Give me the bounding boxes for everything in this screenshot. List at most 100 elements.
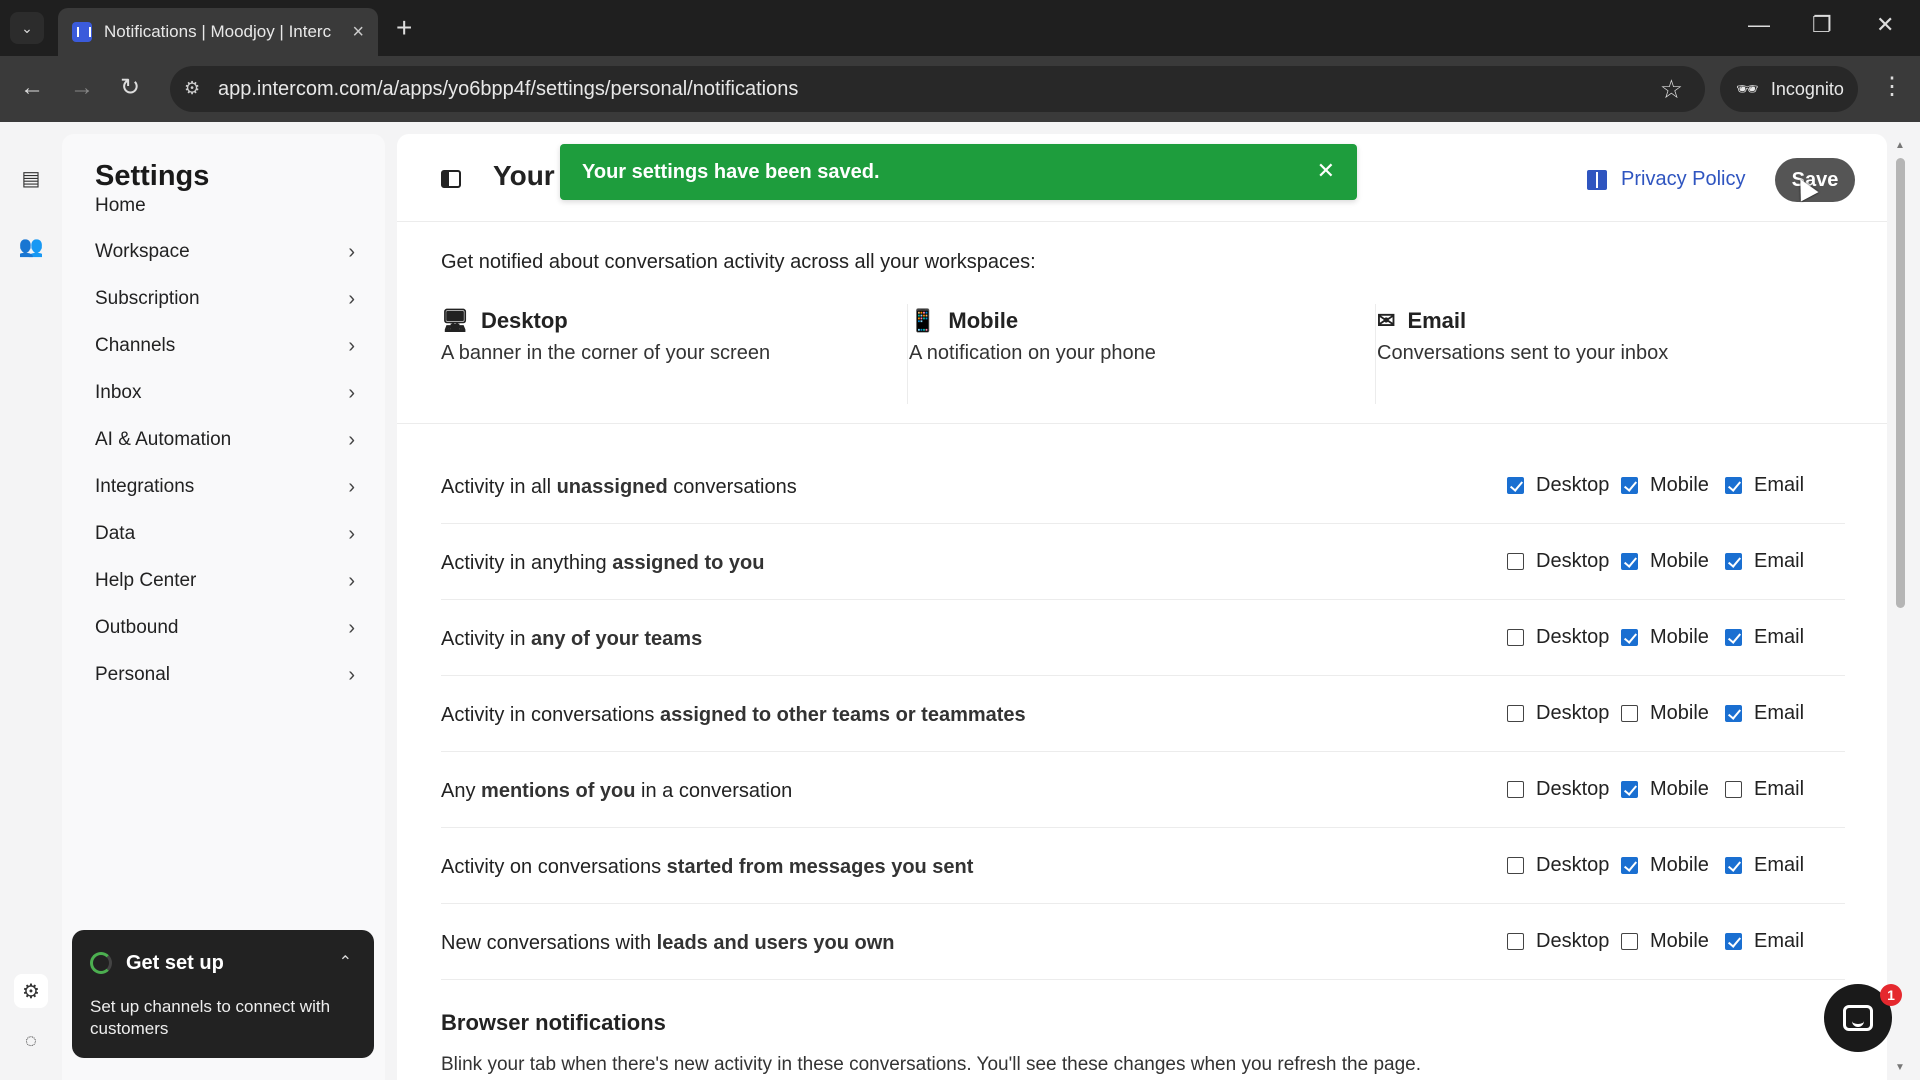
email-checkbox[interactable]: [1725, 477, 1742, 494]
email-option[interactable]: Email: [1725, 854, 1804, 877]
sidebar-item-ai-automation[interactable]: AI & Automation ›: [95, 420, 355, 460]
sidebar-item-label: Workspace: [95, 241, 190, 262]
get-set-up-card[interactable]: Get set up ⌃ Set up channels to connect …: [72, 930, 374, 1058]
settings-gear-icon[interactable]: ⚙: [14, 974, 48, 1008]
email-option[interactable]: Email: [1725, 626, 1804, 649]
sidebar-item-personal[interactable]: Personal ›: [95, 655, 355, 695]
address-bar[interactable]: ⚙ app.intercom.com/a/apps/yo6bpp4f/setti…: [170, 66, 1705, 112]
divider: [907, 304, 908, 404]
desktop-option[interactable]: Desktop: [1507, 702, 1609, 725]
label-emphasis: unassigned: [556, 476, 668, 498]
sidebar-item-help-center[interactable]: Help Center ›: [95, 561, 355, 601]
sidebar-item-data[interactable]: Data ›: [95, 514, 355, 554]
sidebar-item-home[interactable]: Home: [95, 186, 355, 226]
email-checkbox[interactable]: [1725, 629, 1742, 646]
desktop-checkbox[interactable]: [1507, 781, 1524, 798]
email-checkbox[interactable]: [1725, 553, 1742, 570]
mobile-option[interactable]: Mobile: [1621, 550, 1709, 573]
phone-icon: 📱: [909, 308, 937, 333]
page-scrollbar[interactable]: ▲ ▼: [1893, 140, 1907, 1080]
email-option[interactable]: Email: [1725, 550, 1804, 573]
sidebar-item-channels[interactable]: Channels ›: [95, 326, 355, 366]
desktop-option[interactable]: Desktop: [1507, 854, 1609, 877]
sidebar-item-outbound[interactable]: Outbound ›: [95, 608, 355, 648]
mobile-option[interactable]: Mobile: [1621, 930, 1709, 953]
new-tab-icon[interactable]: +: [396, 12, 412, 44]
tab-list-button[interactable]: ⌄: [10, 12, 44, 44]
contacts-icon[interactable]: 👥: [18, 234, 44, 260]
mobile-option[interactable]: Mobile: [1621, 702, 1709, 725]
mobile-checkbox[interactable]: [1621, 857, 1638, 874]
sidebar-toggle-icon[interactable]: [441, 170, 461, 188]
inbox-icon[interactable]: ▤: [18, 166, 44, 192]
email-option[interactable]: Email: [1725, 702, 1804, 725]
scrollbar-thumb[interactable]: [1896, 158, 1905, 608]
browser-notifications-description: Blink your tab when there's new activity…: [441, 1054, 1422, 1075]
desktop-option[interactable]: Desktop: [1507, 474, 1609, 497]
minimize-icon[interactable]: —: [1748, 12, 1770, 38]
browser-tab-active[interactable]: Notifications | Moodjoy | Interc ×: [58, 8, 378, 56]
checkbox-label: Email: [1754, 550, 1805, 572]
email-option[interactable]: Email: [1725, 930, 1804, 953]
toast-close-icon[interactable]: ✕: [1317, 158, 1335, 184]
desktop-option[interactable]: Desktop: [1507, 930, 1609, 953]
email-checkbox[interactable]: [1725, 933, 1742, 950]
mobile-option[interactable]: Mobile: [1621, 474, 1709, 497]
mobile-checkbox[interactable]: [1621, 705, 1638, 722]
browser-menu-icon[interactable]: ⋮: [1880, 72, 1904, 101]
chevron-up-icon[interactable]: ⌃: [339, 952, 352, 972]
sidebar-item-label: Channels: [95, 335, 176, 356]
desktop-checkbox[interactable]: [1507, 933, 1524, 950]
desktop-option[interactable]: Desktop: [1507, 626, 1609, 649]
mobile-option[interactable]: Mobile: [1621, 854, 1709, 877]
restore-icon[interactable]: ❐: [1812, 12, 1832, 38]
avatar[interactable]: ◌: [14, 1024, 48, 1058]
privacy-policy-link[interactable]: Privacy Policy: [1587, 168, 1745, 191]
site-info-icon[interactable]: ⚙: [184, 78, 206, 100]
mobile-checkbox[interactable]: [1621, 781, 1638, 798]
desktop-checkbox[interactable]: [1507, 705, 1524, 722]
notification-settings-list: Activity in all unassigned conversations…: [441, 448, 1845, 980]
label-text: New conversations with: [441, 932, 657, 954]
desktop-option[interactable]: Desktop: [1507, 778, 1609, 801]
checkbox-label: Email: [1754, 778, 1805, 800]
desktop-checkbox[interactable]: [1507, 477, 1524, 494]
email-option[interactable]: Email: [1725, 778, 1804, 801]
mobile-checkbox[interactable]: [1621, 933, 1638, 950]
desktop-checkbox[interactable]: [1507, 629, 1524, 646]
mobile-checkbox[interactable]: [1621, 629, 1638, 646]
page-header: Your Your settings have been saved. ✕ Pr…: [397, 134, 1887, 222]
desktop-checkbox[interactable]: [1507, 857, 1524, 874]
notification-row-label: Activity in conversations assigned to ot…: [441, 704, 1026, 727]
back-icon[interactable]: ←: [20, 74, 44, 102]
save-button[interactable]: Save: [1775, 158, 1855, 202]
mobile-option[interactable]: Mobile: [1621, 778, 1709, 801]
channel-description: A notification on your phone: [909, 342, 1156, 364]
forward-icon[interactable]: →: [70, 74, 94, 102]
success-toast: Your settings have been saved. ✕: [560, 144, 1357, 200]
notification-row: Activity in anything assigned to you Desk…: [441, 524, 1845, 600]
scroll-up-icon[interactable]: ▲: [1895, 140, 1905, 151]
label-text: Activity in: [441, 628, 532, 650]
email-checkbox[interactable]: [1725, 781, 1742, 798]
email-option[interactable]: Email: [1725, 474, 1804, 497]
desktop-option[interactable]: Desktop: [1507, 550, 1609, 573]
mobile-checkbox[interactable]: [1621, 553, 1638, 570]
incognito-indicator[interactable]: 🕶 Incognito: [1720, 66, 1858, 112]
sidebar-item-workspace[interactable]: Workspace ›: [95, 232, 355, 272]
sidebar-item-inbox[interactable]: Inbox ›: [95, 373, 355, 413]
checkbox-label: Email: [1754, 626, 1805, 648]
scroll-down-icon[interactable]: ▼: [1895, 1062, 1905, 1073]
mobile-checkbox[interactable]: [1621, 477, 1638, 494]
tab-close-icon[interactable]: ×: [352, 21, 364, 44]
mobile-option[interactable]: Mobile: [1621, 626, 1709, 649]
reload-icon[interactable]: ↻: [120, 74, 140, 102]
sidebar-item-subscription[interactable]: Subscription ›: [95, 279, 355, 319]
channel-description: A banner in the corner of your screen: [441, 342, 771, 364]
bookmark-star-icon[interactable]: ☆: [1660, 74, 1683, 105]
sidebar-item-integrations[interactable]: Integrations ›: [95, 467, 355, 507]
desktop-checkbox[interactable]: [1507, 553, 1524, 570]
close-window-icon[interactable]: ✕: [1876, 12, 1894, 38]
email-checkbox[interactable]: [1725, 705, 1742, 722]
email-checkbox[interactable]: [1725, 857, 1742, 874]
